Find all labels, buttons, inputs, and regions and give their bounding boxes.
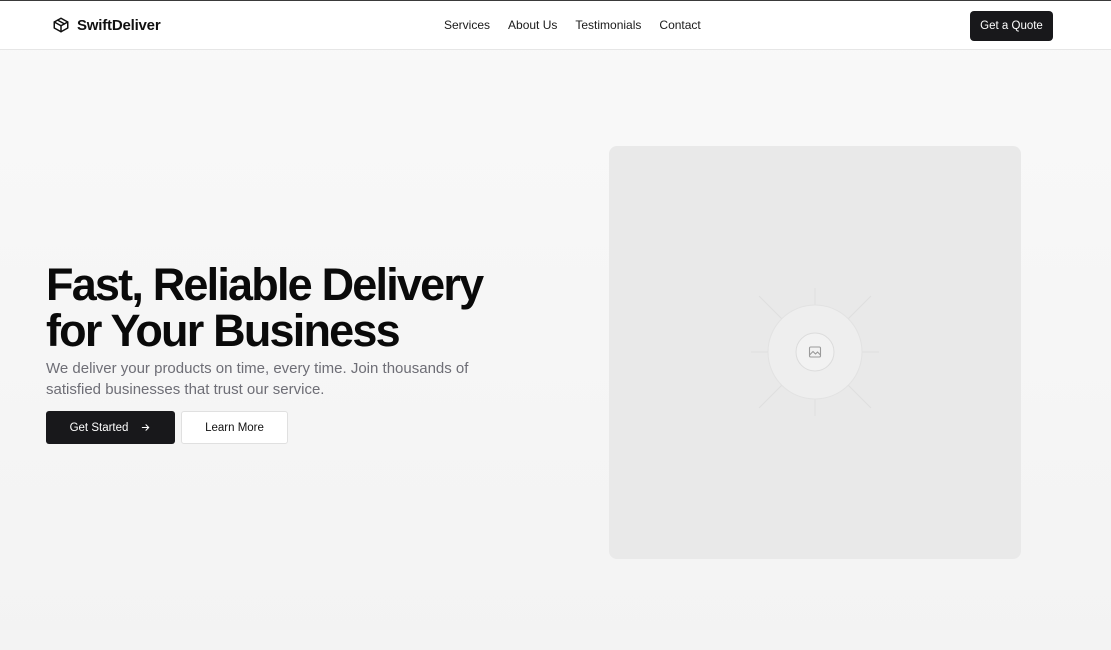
get-a-quote-button[interactable]: Get a Quote bbox=[970, 11, 1053, 41]
arrow-right-icon bbox=[142, 424, 150, 431]
package-icon bbox=[53, 17, 69, 33]
hero-image-placeholder bbox=[609, 146, 1021, 559]
main-nav: Services About Us Testimonials Contact bbox=[444, 18, 701, 32]
nav-link-about-us[interactable]: About Us bbox=[508, 18, 557, 32]
hero-subtitle: We deliver your products on time, every … bbox=[46, 360, 469, 398]
hero-title-line-2: for Your Business bbox=[46, 305, 401, 356]
brand-name: SwiftDeliver bbox=[77, 16, 161, 34]
nav-link-contact[interactable]: Contact bbox=[659, 18, 700, 32]
get-started-button[interactable]: Get Started bbox=[46, 411, 175, 444]
image-placeholder-icon bbox=[751, 288, 879, 416]
get-started-label: Get Started bbox=[69, 421, 129, 434]
hero-title: Fast, Reliable Delivery for Your Busines… bbox=[46, 262, 546, 354]
site-header: SwiftDeliver Services About Us Testimoni… bbox=[0, 1, 1111, 50]
hero-actions: Get Started Learn More bbox=[46, 411, 288, 444]
nav-link-services[interactable]: Services bbox=[444, 18, 490, 32]
hero-title-line-1: Fast, Reliable Delivery bbox=[46, 259, 484, 310]
nav-link-testimonials[interactable]: Testimonials bbox=[575, 18, 641, 32]
brand-logo[interactable]: SwiftDeliver bbox=[52, 16, 161, 34]
learn-more-button[interactable]: Learn More bbox=[181, 411, 288, 444]
